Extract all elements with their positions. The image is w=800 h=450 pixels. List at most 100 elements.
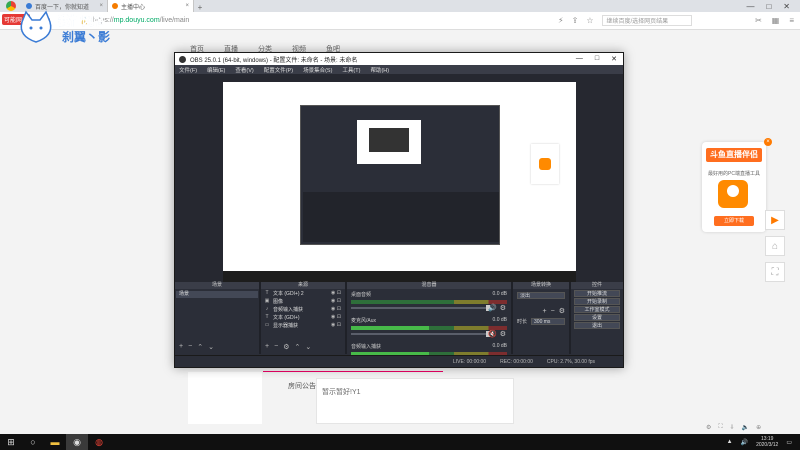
announcement-text: 暂示暂好!Y1	[322, 389, 361, 396]
eye-lock-icon[interactable]: ◉ ⊡	[331, 290, 341, 296]
source-item[interactable]: ▭ 显示器捕获 ◉ ⊡	[261, 321, 345, 329]
mixer-title: 混音器	[347, 282, 511, 289]
menu-file[interactable]: 文件(F)	[179, 66, 197, 74]
play-icon[interactable]: ▶	[765, 210, 785, 230]
scenes-title: 场景	[175, 282, 259, 289]
settings-icon[interactable]: ⚙	[706, 424, 711, 431]
speaker-icon[interactable]: 🔊	[488, 304, 497, 312]
move-down-icon[interactable]: ⌄	[305, 343, 311, 351]
douyu-companion-promo[interactable]: 斗鱼直播伴侣 最好用的PC端直播工具 立即下载	[702, 142, 766, 232]
gear-icon[interactable]: ⚙	[559, 307, 565, 315]
zoom-icon[interactable]: ⊕	[756, 424, 761, 431]
obs-docks: 场景 场景 + − ⌃ ⌄ 来源 T 文本 (GDI+) 2 ◉ ⊡ ▣ 图像 …	[175, 282, 623, 356]
preview-captured-screen	[223, 82, 576, 282]
duration-input[interactable]: 300 ms	[531, 318, 565, 325]
source-item[interactable]: T 文本 (GDI+) 2 ◉ ⊡	[261, 289, 345, 297]
add-icon[interactable]: +	[543, 308, 547, 315]
eye-lock-icon[interactable]: ◉ ⊡	[331, 322, 341, 328]
promo-close-icon[interactable]: ×	[764, 138, 772, 146]
close-window-button[interactable]: ✕	[783, 2, 790, 11]
muted-speaker-icon[interactable]: 🔇	[488, 330, 497, 338]
mixer-dock: 混音器 桌面音频 0.0 dB 🔊 ⚙ 麦克风/Aux 0.0 dB 🔇 ⚙ 音频输…	[347, 282, 511, 356]
transition-select[interactable]: 淡出	[517, 292, 565, 299]
move-up-icon[interactable]: ⌃	[294, 343, 300, 351]
search-placeholder: 继续百度/选择网页结果	[606, 19, 669, 25]
promo-download-button[interactable]: 立即下载	[714, 216, 754, 226]
scenes-dock: 场景 场景 + − ⌃ ⌄	[175, 282, 259, 354]
minimize-button[interactable]: —	[746, 2, 754, 11]
move-up-icon[interactable]: ⌃	[197, 343, 203, 351]
notification-icon[interactable]: ▭	[786, 439, 792, 446]
source-item[interactable]: ▣ 图像 ◉ ⊡	[261, 297, 345, 305]
start-recording-button[interactable]: 开始录制	[574, 298, 620, 305]
file-explorer-icon[interactable]: ▬	[44, 434, 66, 450]
fullscreen-icon[interactable]: ⛶	[718, 424, 722, 431]
obs-preview[interactable]	[175, 74, 623, 282]
scene-item[interactable]: 场景	[176, 291, 258, 298]
close-tab-icon[interactable]: ×	[185, 3, 189, 9]
volume-slider[interactable]	[351, 305, 491, 311]
url-field[interactable]: 🔒 https://mp.douyu.com/live/main	[80, 15, 550, 27]
network-icon[interactable]: ▲	[727, 439, 733, 445]
gear-icon[interactable]: ⚙	[500, 330, 506, 338]
new-tab-button[interactable]: +	[194, 3, 206, 12]
studio-mode-button[interactable]: 工作室模式	[574, 306, 620, 313]
volume-slider[interactable]	[351, 331, 491, 337]
clock[interactable]: 13:19 2020/3/12	[756, 436, 778, 448]
move-down-icon[interactable]: ⌄	[208, 343, 214, 351]
remove-icon[interactable]: −	[188, 343, 192, 351]
menu-scene-collection[interactable]: 场景集合(S)	[303, 66, 332, 74]
text-icon: T	[265, 290, 269, 296]
menu-icon[interactable]: ≡	[789, 16, 794, 25]
screenshot-icon[interactable]: ⛶	[765, 262, 785, 282]
transitions-title: 场景转换	[513, 282, 569, 289]
douyu-app-icon	[718, 180, 748, 208]
lightning-icon[interactable]: ⚡	[558, 16, 564, 25]
menu-tools[interactable]: 工具(T)	[342, 66, 360, 74]
search-icon[interactable]: ○	[22, 434, 44, 450]
remove-icon[interactable]: −	[274, 343, 278, 351]
gear-icon[interactable]: ⚙	[500, 304, 506, 312]
star-icon[interactable]: ☆	[586, 16, 593, 25]
side-buttons: ▶ ⌂ ⛶	[765, 210, 785, 282]
transitions-dock: 场景转换 淡出 + − ⚙ 时长 300 ms	[513, 282, 569, 354]
eye-lock-icon[interactable]: ◉ ⊡	[331, 314, 341, 320]
exit-button[interactable]: 退出	[574, 322, 620, 329]
menu-view[interactable]: 查看(V)	[235, 66, 253, 74]
share-icon[interactable]: ⇪	[572, 16, 579, 25]
remove-icon[interactable]: −	[551, 308, 555, 315]
obs-maximize-button[interactable]: □	[595, 55, 599, 63]
volume-icon[interactable]: 🔈	[742, 424, 749, 431]
obs-window: OBS 25.0.1 (64-bit, windows) - 配置文件: 未命名…	[174, 52, 624, 368]
grid-icon[interactable]: ▦	[772, 16, 780, 25]
browser-taskbar-icon[interactable]: ◍	[88, 434, 110, 450]
windows-start-icon[interactable]: ⊞	[0, 434, 22, 450]
eye-lock-icon[interactable]: ◉ ⊡	[331, 306, 341, 312]
controls-title: 控件	[571, 282, 623, 289]
source-item[interactable]: T 文本 (GDI+) ◉ ⊡	[261, 313, 345, 321]
volume-tray-icon[interactable]: 🔊	[741, 439, 748, 446]
cut-icon[interactable]: ✂	[755, 16, 762, 25]
add-icon[interactable]: +	[179, 343, 183, 351]
search-input[interactable]: 继续百度/选择网页结果	[601, 15, 692, 26]
obs-taskbar-icon[interactable]: ◉	[66, 434, 88, 450]
start-streaming-button[interactable]: 开始推流	[574, 290, 620, 297]
menu-profile[interactable]: 配置文件(P)	[264, 66, 293, 74]
settings-button[interactable]: 设置	[574, 314, 620, 321]
download-icon[interactable]: ⇩	[730, 424, 735, 431]
announcement-textarea[interactable]: 暂示暂好!Y1	[316, 378, 514, 424]
controls-dock: 控件 开始推流 开始录制 工作室模式 设置 退出	[571, 282, 623, 354]
gear-icon[interactable]: ⚙	[283, 343, 289, 351]
image-icon: ▣	[264, 298, 270, 304]
home-icon[interactable]: ⌂	[765, 236, 785, 256]
menu-help[interactable]: 帮助(H)	[370, 66, 389, 74]
menu-edit[interactable]: 编辑(E)	[207, 66, 225, 74]
add-icon[interactable]: +	[265, 343, 269, 351]
sticker-title: 我悟网名	[58, 14, 107, 29]
source-label: 文本 (GDI+)	[273, 314, 300, 321]
obs-minimize-button[interactable]: —	[576, 55, 583, 63]
source-item[interactable]: ♪ 音频输入捕获 ◉ ⊡	[261, 305, 345, 313]
maximize-button[interactable]: □	[766, 2, 771, 11]
obs-close-button[interactable]: ✕	[611, 55, 617, 63]
eye-lock-icon[interactable]: ◉ ⊡	[331, 298, 341, 304]
